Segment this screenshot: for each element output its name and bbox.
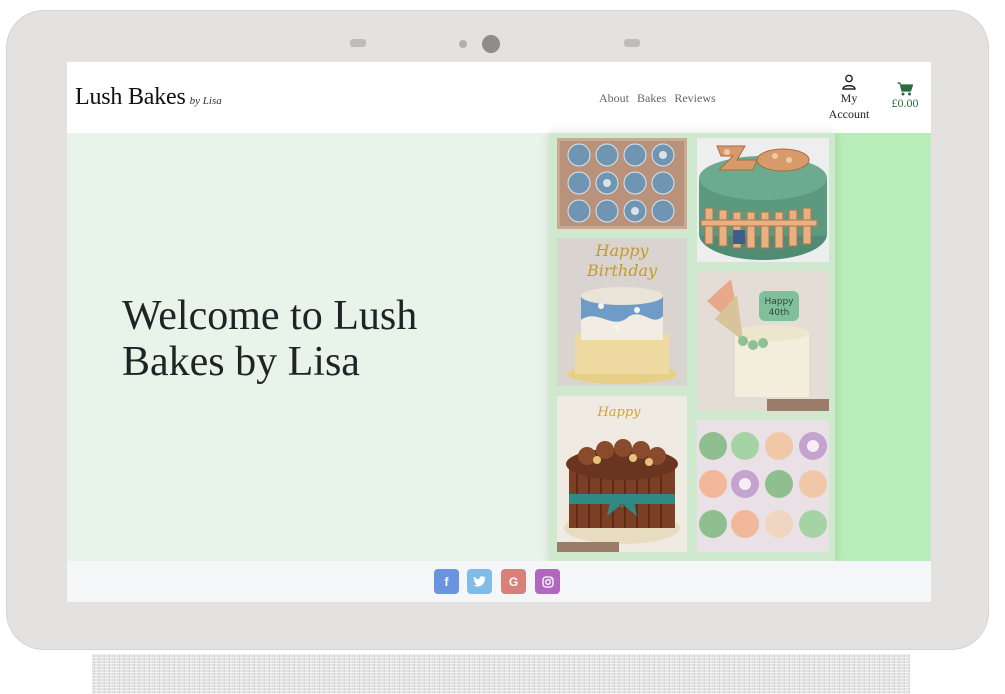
nav-link-reviews[interactable]: Reviews	[674, 91, 715, 106]
nav-link-about[interactable]: About	[599, 91, 629, 106]
gallery-image[interactable]	[557, 138, 687, 229]
nav-link-bakes[interactable]: Bakes	[637, 91, 666, 106]
brand-logo[interactable]: Lush Bakes by Lisa	[75, 84, 222, 111]
brand-tagline: by Lisa	[189, 95, 222, 107]
hero-accent-band	[835, 133, 931, 561]
svg-text:40th: 40th	[769, 308, 790, 318]
speaker-stand	[92, 654, 910, 694]
cart-total: £0.00	[891, 96, 919, 110]
svg-text:Birthday: Birthday	[586, 261, 658, 280]
brand-name: Lush Bakes	[75, 84, 186, 110]
account-label-line2: Account	[828, 107, 870, 121]
gallery-image[interactable]: Happy	[557, 396, 687, 552]
gallery-image[interactable]	[697, 420, 829, 552]
twitter-icon[interactable]	[467, 569, 492, 594]
google-icon[interactable]: G	[501, 569, 526, 594]
svg-text:Happy: Happy	[594, 241, 649, 260]
instagram-icon[interactable]	[535, 569, 560, 594]
shopping-cart-icon	[897, 82, 913, 96]
light-sensor	[459, 40, 467, 48]
facebook-icon[interactable]: f	[434, 569, 459, 594]
device-screen: Lush Bakes by Lisa About Bakes Reviews M…	[67, 62, 931, 602]
gallery-image[interactable]: Happy Birthday	[557, 238, 687, 386]
nav-links: About Bakes Reviews	[599, 91, 716, 106]
footer: f G	[67, 561, 931, 602]
my-account-link[interactable]: My Account	[824, 74, 874, 122]
gallery-image[interactable]	[697, 138, 829, 262]
shopping-cart-link[interactable]: £0.00	[885, 82, 925, 110]
gallery-image[interactable]: Happy 40th	[697, 271, 829, 411]
sensor-right	[624, 39, 640, 47]
camera	[482, 35, 500, 53]
account-label-line1: My	[840, 91, 858, 105]
hero-title: Welcome to Lush Bakes by Lisa	[122, 293, 418, 385]
bakes-gallery: Happy Birthday Happy 40th Happy	[549, 133, 835, 561]
svg-text:Happy: Happy	[764, 297, 794, 307]
svg-text:Happy: Happy	[596, 405, 641, 420]
user-icon	[842, 74, 856, 90]
hero-section: Welcome to Lush Bakes by Lisa Happy Birt…	[67, 133, 931, 561]
sensor-left	[350, 39, 366, 47]
navbar: Lush Bakes by Lisa About Bakes Reviews M…	[67, 62, 931, 133]
